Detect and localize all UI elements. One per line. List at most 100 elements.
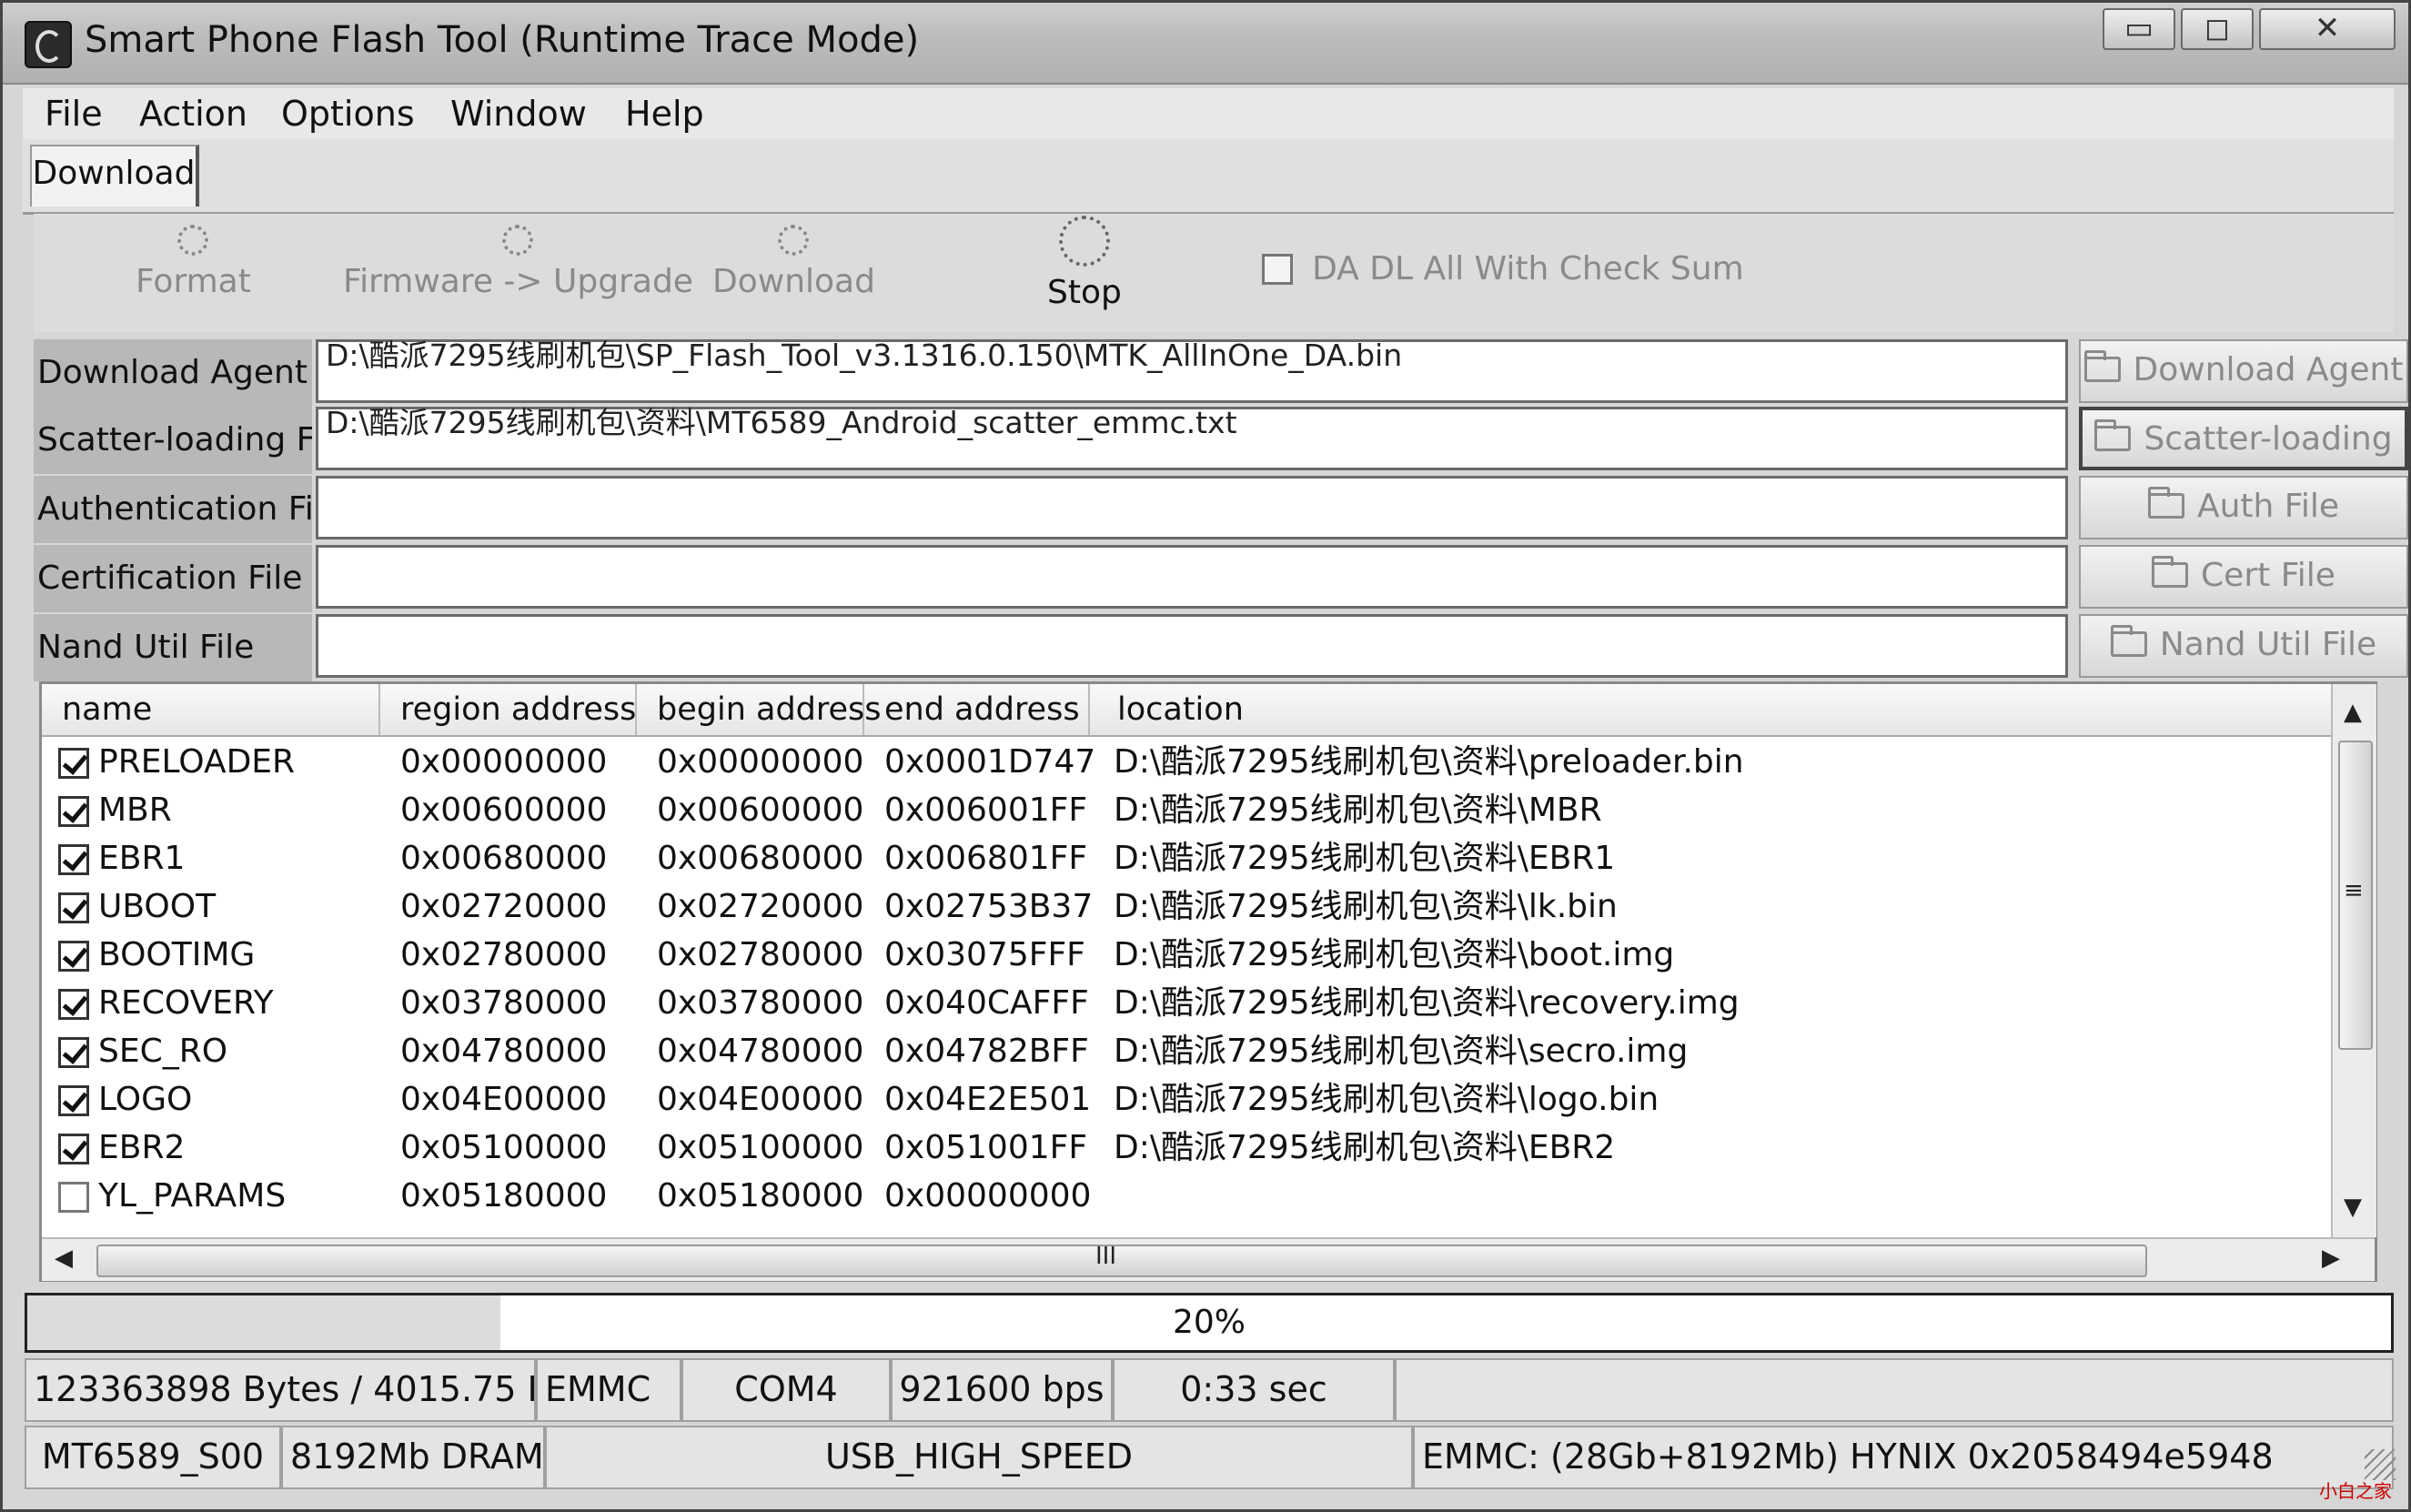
nand-util-label: Nand Util File: [34, 614, 312, 681]
cell-begin-address: 0x05180000: [657, 1177, 864, 1215]
col-begin-address[interactable]: begin address: [637, 684, 882, 735]
horizontal-scroll-thumb[interactable]: III: [96, 1243, 2147, 1277]
cell-location: D:\酷派7295线刷机包\资料\preloader.bin: [1114, 743, 1744, 781]
col-region-address[interactable]: region address: [380, 684, 637, 735]
cell-name: PRELOADER: [98, 743, 296, 781]
cell-location: D:\酷派7295线刷机包\资料\logo.bin: [1114, 1081, 1659, 1118]
row-checkbox[interactable]: [58, 1134, 89, 1164]
auth-file-input[interactable]: [316, 476, 2068, 539]
checksum-checkbox[interactable]: DA DL All With Check Sum: [1262, 250, 1744, 287]
cell-name: YL_PARAMS: [98, 1177, 287, 1215]
cell-region-address: 0x00000000: [400, 743, 608, 781]
row-checkbox[interactable]: [58, 1085, 89, 1116]
col-name[interactable]: name: [42, 684, 380, 735]
col-end-address[interactable]: end address: [864, 684, 1090, 735]
status-bytes: 123363898 Bytes / 4015.75 KB: [25, 1358, 536, 1422]
table-row[interactable]: RECOVERY 0x03780000 0x03780000 0x040CAFFF D:…: [42, 980, 2331, 1027]
vertical-scroll-thumb[interactable]: ≡: [2338, 741, 2373, 1050]
status-emmc-info: EMMC: (28Gb+8192Mb) HYNIX 0x2058494e5948: [1413, 1426, 2394, 1489]
table-row[interactable]: UBOOT 0x02720000 0x02720000 0x02753B37 D:\酷派…: [42, 883, 2331, 931]
cell-region-address: 0x02780000: [400, 936, 608, 973]
cell-end-address: 0x00000000: [884, 1177, 1092, 1215]
menu-options[interactable]: Options: [281, 94, 415, 134]
scatter-loading-row: Scatter-loading File D:\酷派7295线刷机包\资料\MT…: [34, 407, 2408, 474]
table-row[interactable]: MBR 0x00600000 0x00600000 0x006001FF D:\酷派72…: [42, 787, 2331, 834]
partition-table: name region address begin address end ad…: [39, 681, 2377, 1282]
window-title: Smart Phone Flash Tool (Runtime Trace Mo…: [85, 19, 920, 61]
folder-icon: [2094, 419, 2132, 451]
stop-button[interactable]: Stop: [1047, 216, 1122, 311]
grip-icon: III: [1095, 1243, 1117, 1270]
download-agent-label: Download Agent: [34, 339, 312, 407]
cell-end-address: 0x02753B37: [884, 888, 1094, 925]
cell-begin-address: 0x02720000: [657, 888, 864, 925]
cert-file-button[interactable]: Cert File: [2079, 545, 2408, 609]
col-location[interactable]: location: [1090, 684, 2331, 735]
format-button[interactable]: Format: [136, 225, 251, 300]
cell-end-address: 0x03075FFF: [884, 936, 1085, 973]
table-row[interactable]: PRELOADER 0x00000000 0x00000000 0x0001D747 D…: [42, 739, 2331, 786]
app-window: Smart Phone Flash Tool (Runtime Trace Mo…: [0, 0, 2411, 1512]
cell-end-address: 0x040CAFFF: [884, 984, 1089, 1022]
menu-action[interactable]: Action: [139, 94, 247, 134]
cell-end-address: 0x04782BFF: [884, 1033, 1089, 1070]
cell-region-address: 0x03780000: [400, 984, 608, 1022]
scroll-right-icon[interactable]: ▶: [2322, 1245, 2340, 1272]
checksum-checkbox-box[interactable]: [1262, 253, 1293, 285]
title-bar[interactable]: Smart Phone Flash Tool (Runtime Trace Mo…: [3, 3, 2408, 85]
row-checkbox[interactable]: [58, 989, 89, 1020]
minimize-button[interactable]: ▭: [2103, 8, 2175, 50]
download-button[interactable]: Download: [712, 225, 875, 300]
row-checkbox[interactable]: [58, 748, 89, 779]
resize-grip-icon[interactable]: [2365, 1449, 2396, 1480]
close-button[interactable]: ✕: [2259, 8, 2396, 50]
table-row[interactable]: LOGO 0x04E00000 0x04E00000 0x04E2E501 D:\酷派7…: [42, 1076, 2331, 1124]
table-row[interactable]: SEC_RO 0x04780000 0x04780000 0x04782BFF D:\酷…: [42, 1028, 2331, 1075]
tab-download[interactable]: Download: [30, 145, 199, 207]
scroll-up-icon[interactable]: ▲: [2344, 699, 2362, 726]
cert-file-input[interactable]: [316, 545, 2068, 609]
cell-begin-address: 0x05100000: [657, 1129, 864, 1166]
cell-begin-address: 0x02780000: [657, 936, 864, 973]
menu-file[interactable]: File: [45, 94, 103, 134]
vertical-scrollbar[interactable]: ▲ ≡ ▼: [2331, 684, 2376, 1237]
cell-location: D:\酷派7295线刷机包\资料\boot.img: [1114, 936, 1675, 973]
table-row[interactable]: YL_PARAMS 0x05180000 0x05180000 0x00000000: [42, 1173, 2331, 1220]
download-agent-input[interactable]: D:\酷派7295线刷机包\SP_Flash_Tool_v3.1316.0.15…: [316, 339, 2068, 403]
cell-name: LOGO: [98, 1081, 193, 1118]
maximize-button[interactable]: ◻: [2181, 8, 2254, 50]
row-checkbox[interactable]: [58, 941, 89, 972]
format-icon: [177, 225, 209, 256]
cell-begin-address: 0x00680000: [657, 840, 864, 877]
cell-end-address: 0x051001FF: [884, 1129, 1088, 1166]
cell-name: UBOOT: [98, 888, 217, 925]
scatter-loading-input[interactable]: D:\酷派7295线刷机包\资料\MT6589_Android_scatter_…: [316, 407, 2068, 470]
row-checkbox[interactable]: [58, 796, 89, 827]
nand-util-button[interactable]: Nand Util File: [2079, 614, 2408, 678]
cell-end-address: 0x006801FF: [884, 840, 1088, 877]
auth-file-button[interactable]: Auth File: [2079, 476, 2408, 539]
table-row[interactable]: EBR2 0x05100000 0x05100000 0x051001FF D:\酷派7…: [42, 1124, 2331, 1172]
nand-util-input[interactable]: [316, 614, 2068, 678]
grip-icon: ≡: [2344, 877, 2364, 904]
menu-window[interactable]: Window: [450, 94, 587, 134]
row-checkbox[interactable]: [58, 892, 89, 923]
auth-file-row: Authentication File Auth File: [34, 476, 2408, 543]
cell-region-address: 0x05180000: [400, 1177, 608, 1215]
download-agent-button[interactable]: Download Agent: [2079, 339, 2408, 403]
table-row[interactable]: EBR1 0x00680000 0x00680000 0x006801FF D:\酷派7…: [42, 835, 2331, 882]
progress-label: 20%: [1172, 1304, 1246, 1341]
horizontal-scrollbar[interactable]: ◀ III ▶: [42, 1237, 2375, 1281]
row-checkbox[interactable]: [58, 844, 89, 875]
cell-name: EBR2: [98, 1129, 186, 1166]
table-row[interactable]: BOOTIMG 0x02780000 0x02780000 0x03075FFF D:\…: [42, 932, 2331, 979]
scroll-down-icon[interactable]: ▼: [2344, 1194, 2362, 1221]
scroll-left-icon[interactable]: ◀: [55, 1245, 73, 1272]
scatter-loading-button[interactable]: Scatter-loading: [2079, 407, 2408, 470]
folder-icon: [2147, 487, 2184, 519]
row-checkbox[interactable]: [58, 1182, 89, 1213]
menu-help[interactable]: Help: [625, 94, 704, 134]
firmware-upgrade-button[interactable]: Firmware -> Upgrade: [343, 225, 693, 300]
row-checkbox[interactable]: [58, 1037, 89, 1068]
auth-file-label: Authentication File: [34, 476, 312, 543]
